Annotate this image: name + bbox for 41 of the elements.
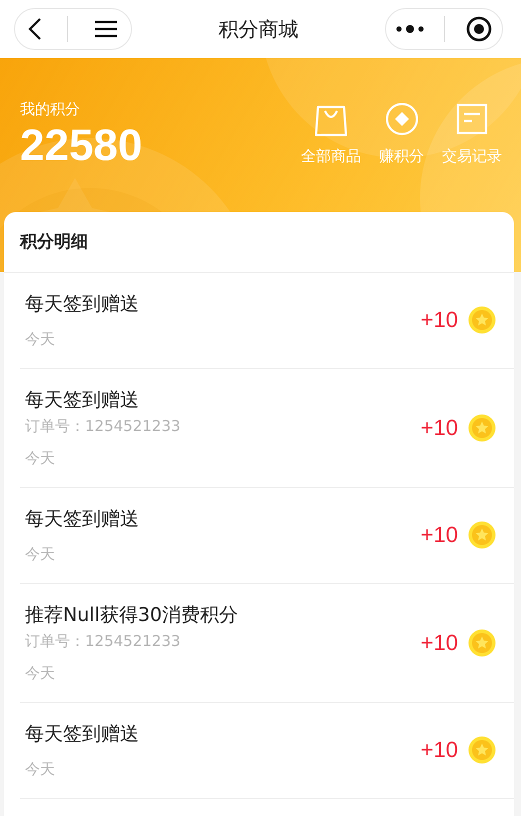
record-title: 每天签到赠送: [25, 722, 140, 747]
shortcut-label: 交易记录: [442, 146, 502, 167]
page-title: 积分商城: [218, 16, 298, 42]
record-title: 每天签到赠送: [25, 388, 140, 413]
record-title: 推荐Null获得30消费积分: [25, 603, 239, 628]
record-date: 今天: [25, 544, 56, 565]
shortcut-label: 赚积分: [379, 146, 424, 167]
record-row[interactable]: 每天签到赠送 今天 +10: [20, 273, 514, 369]
star-coin-icon: [468, 306, 496, 334]
close-icon[interactable]: [466, 16, 492, 42]
points-amount: +10: [420, 522, 458, 548]
star-coin-icon: [468, 521, 496, 549]
section-title: 积分明细: [4, 212, 514, 273]
record-row[interactable]: 推荐Null获得30消费积分 订单号：1254521233 今天 +10: [20, 584, 514, 703]
more-icon[interactable]: [396, 24, 424, 34]
record-title: 每天签到赠送: [25, 507, 140, 532]
points-label: 我的积分: [20, 99, 81, 120]
back-icon[interactable]: [28, 17, 42, 41]
star-coin-icon: [468, 628, 496, 656]
star-coin-icon: [468, 414, 496, 442]
bag-icon: [315, 103, 347, 137]
shortcut-label: 全部商品: [301, 146, 361, 167]
record-title: 每天签到赠送: [25, 292, 140, 317]
record-date: 今天: [25, 448, 56, 469]
points-amount: +10: [420, 307, 458, 333]
order-number: 订单号：1254521233: [25, 416, 182, 437]
record-row[interactable]: 每天签到赠送 订单号：1254521233 今天 +10: [20, 369, 514, 488]
points-value: 22580: [20, 120, 142, 172]
record-row[interactable]: 每天签到赠送 今天 +10: [20, 488, 514, 584]
record-date: 今天: [25, 759, 56, 780]
diamond-coin-icon: [386, 103, 418, 137]
record-row[interactable]: 每天签到赠送 今天 +10: [20, 703, 514, 799]
record-date: 今天: [25, 663, 56, 684]
points-amount: +10: [420, 630, 458, 656]
order-number: 订单号：1254521233: [25, 631, 182, 652]
points-amount: +10: [420, 414, 458, 440]
record-date: 今天: [25, 329, 56, 350]
star-coin-icon: [468, 736, 496, 764]
points-amount: +10: [420, 737, 458, 763]
document-icon: [456, 103, 488, 137]
menu-icon[interactable]: [94, 20, 118, 38]
